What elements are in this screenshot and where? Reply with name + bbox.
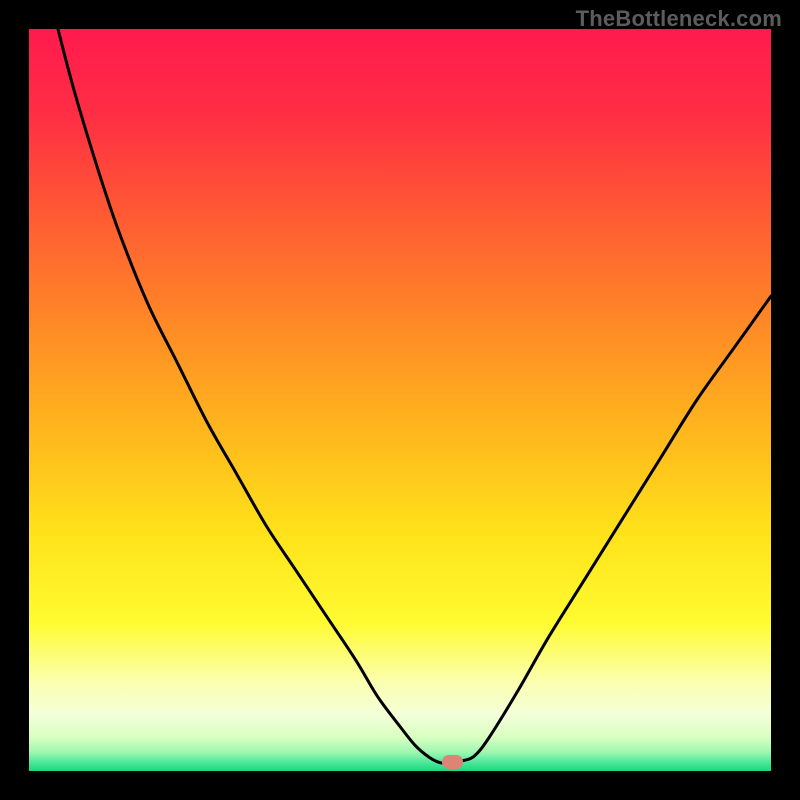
plot-area [29, 29, 771, 771]
plot-svg [29, 29, 771, 771]
watermark-text: TheBottleneck.com [576, 6, 782, 32]
chart-frame: TheBottleneck.com [0, 0, 800, 800]
optimum-marker [442, 755, 463, 769]
gradient-background [29, 29, 771, 771]
